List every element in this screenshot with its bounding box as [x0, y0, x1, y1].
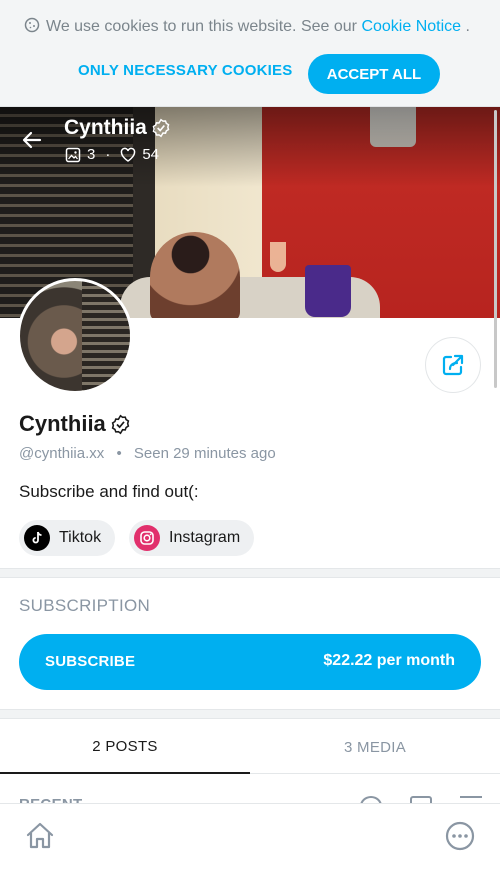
scrollbar[interactable]	[494, 110, 497, 388]
subscription-price: $22.22 per month	[323, 652, 455, 669]
cookie-suffix: .	[465, 18, 470, 35]
verified-icon	[152, 118, 170, 138]
profile-name-text: Cynthiia	[19, 411, 106, 436]
instagram-link[interactable]: Instagram	[129, 520, 255, 556]
cookie-message-text: We use cookies to run this website. See …	[46, 18, 357, 35]
header-name-text: Cynthiia	[64, 116, 147, 139]
instagram-label: Instagram	[169, 529, 241, 546]
more-icon[interactable]	[444, 820, 476, 852]
avatar[interactable]	[17, 278, 133, 394]
tab-media[interactable]: 3 MEDIA	[250, 720, 500, 774]
likes-count: 54	[142, 146, 160, 163]
tiktok-label: Tiktok	[59, 529, 102, 546]
seen-time: 29 minutes ago	[173, 445, 276, 462]
cookie-banner: We use cookies to run this website. See …	[0, 0, 500, 107]
content-tabs: 2 POSTS 3 MEDIA	[0, 720, 500, 774]
section-divider	[0, 568, 500, 578]
subscribe-label: SUBSCRIBE	[45, 653, 136, 670]
tiktok-link[interactable]: Tiktok	[19, 520, 116, 556]
accept-all-button[interactable]: ACCEPT ALL	[308, 54, 440, 94]
profile-bio: Subscribe and find out(:	[19, 482, 199, 501]
instagram-icon	[134, 525, 160, 551]
profile-name: Cynthiia	[19, 411, 131, 437]
handle-row: @cynthiia.xx • Seen 29 minutes ago	[19, 445, 276, 462]
tiktok-icon	[24, 525, 50, 551]
handle-separator: •	[116, 445, 122, 462]
photos-count: 3	[87, 146, 96, 163]
tab-posts[interactable]: 2 POSTS	[0, 720, 250, 774]
back-arrow-icon[interactable]	[20, 128, 44, 152]
share-button[interactable]	[425, 337, 481, 393]
section-divider	[0, 709, 500, 719]
image-icon	[65, 147, 81, 162]
verified-icon	[111, 414, 130, 434]
cookie-icon	[24, 17, 40, 33]
home-icon[interactable]	[24, 820, 56, 852]
heart-icon	[121, 147, 136, 162]
header-name: Cynthiia	[64, 116, 171, 140]
only-necessary-cookies-button[interactable]: ONLY NECESSARY COOKIES	[78, 62, 292, 79]
header-stats: 3 · 54	[65, 146, 159, 163]
seen-label: Seen	[133, 445, 169, 462]
subscribe-button[interactable]: SUBSCRIBE $22.22 per month	[19, 634, 481, 690]
cookie-message: We use cookies to run this website. See …	[24, 17, 470, 36]
subscription-title: SUBSCRIPTION	[19, 596, 151, 615]
share-icon	[442, 354, 464, 376]
cookie-notice-link[interactable]: Cookie Notice	[361, 18, 461, 35]
profile-handle: @cynthiia.xx	[19, 445, 105, 462]
stats-separator: ·	[105, 146, 111, 163]
bottom-nav	[0, 803, 500, 869]
